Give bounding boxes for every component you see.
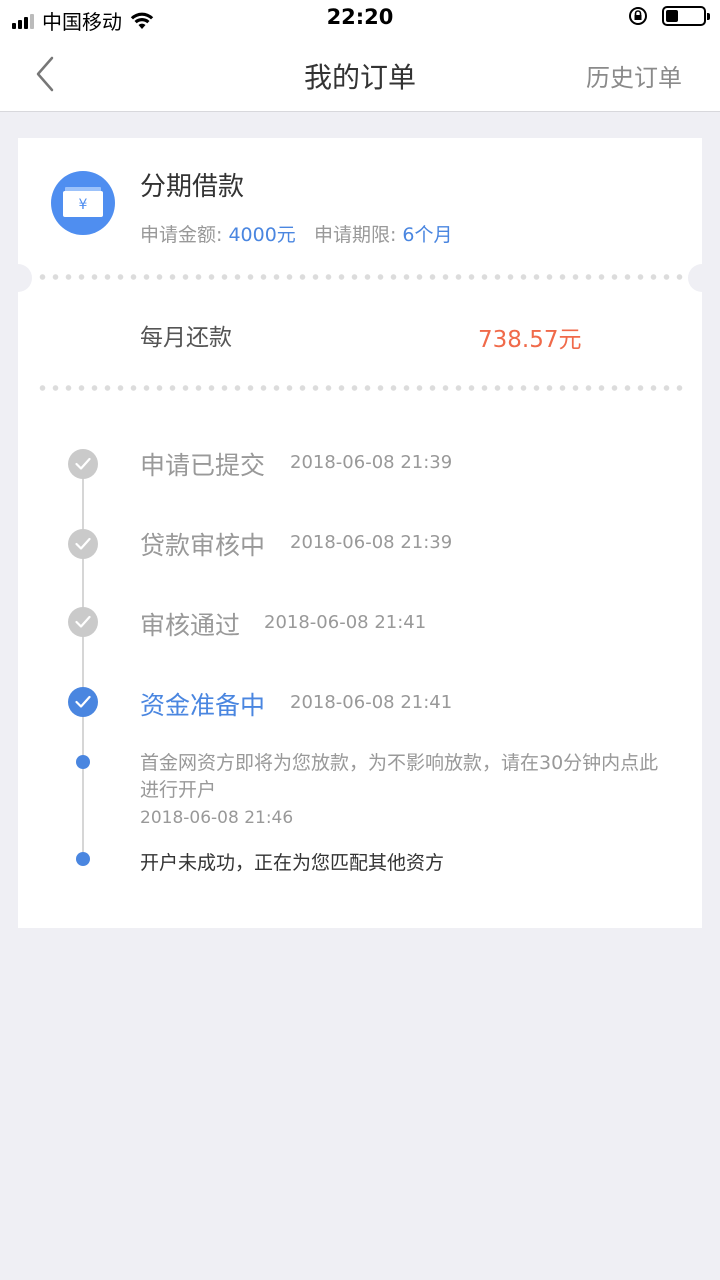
event-time: 2018-06-08 21:46 [140,808,294,828]
monthly-repayment-label: 每月还款 [140,325,232,351]
amount-label: 申请金额: [140,224,229,246]
step-title: 贷款审核中 [140,531,266,560]
wallet-yen-icon: ¥ [51,171,115,235]
step-time: 2018-06-08 21:39 [290,532,453,553]
order-summary: 申请金额: 4000元 申请期限: 6个月 [140,220,452,247]
event-dot [76,852,90,866]
battery-icon [662,6,710,26]
step-time: 2018-06-08 21:41 [264,612,427,633]
step-title-active: 资金准备中 [140,691,266,720]
event-dot [76,755,90,769]
rotation-lock-icon [629,7,647,25]
status-bar: 中国移动 22:20 [0,0,720,36]
order-card: ¥ 分期借款 申请金额: 4000元 申请期限: 6个月 每月还款 738.57… [4,138,716,928]
product-name: 分期借款 [140,172,245,202]
step-title: 申请已提交 [140,451,266,480]
history-orders-link[interactable]: 历史订单 [586,58,682,93]
term-value: 6个月 [402,224,453,246]
event-text: 开户未成功，正在为您匹配其他资方 [140,852,445,874]
clock: 22:20 [326,5,394,29]
dotted-divider [36,274,684,280]
monthly-repayment-value: 738.57元 [478,327,582,353]
ticket-notch-left [4,264,32,292]
status-right [628,6,710,26]
step-time: 2018-06-08 21:41 [290,692,453,713]
step-title: 审核通过 [140,611,241,640]
step-check-icon [68,449,98,479]
nav-bar: 我的订单 历史订单 [0,36,720,112]
svg-text:¥: ¥ [79,197,88,213]
step-check-icon [68,529,98,559]
dotted-divider [36,385,684,391]
ticket-notch-right [688,264,716,292]
open-account-prompt[interactable]: 首金网资方即将为您放款，为不影响放款，请在30分钟内点此进行开户 [140,750,670,804]
term-label: 申请期限: [313,224,403,246]
step-time: 2018-06-08 21:39 [290,452,453,473]
amount-value: 4000元 [228,224,296,246]
step-check-active-icon [68,687,98,717]
timeline-line [82,464,84,864]
step-check-icon [68,607,98,637]
